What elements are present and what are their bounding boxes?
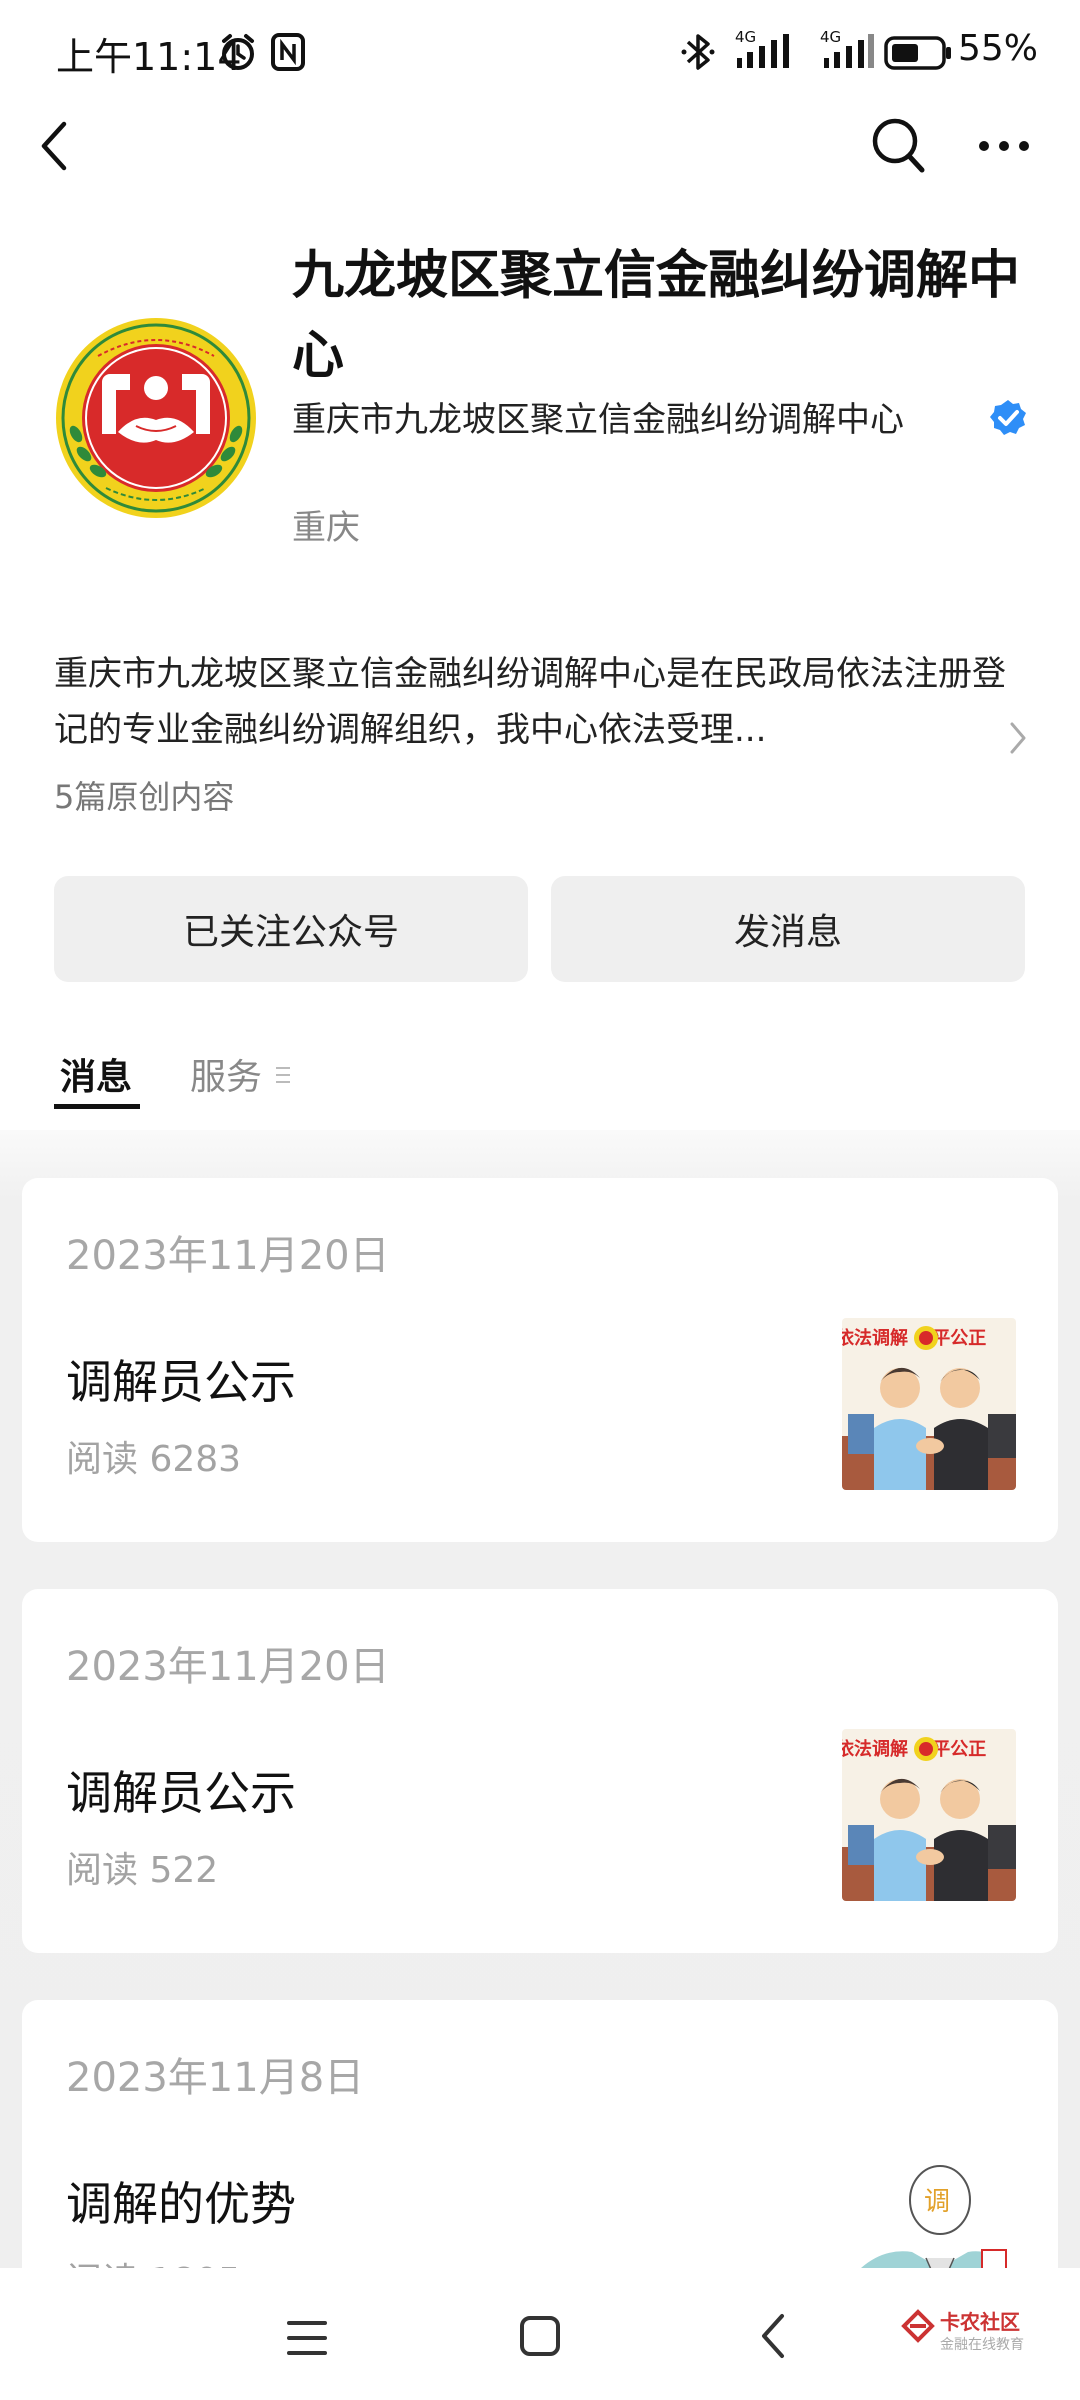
search-icon[interactable] — [870, 116, 926, 176]
list-icon — [275, 1063, 291, 1087]
message-list: 2023年11月20日 调解员公示 阅读 6283 依法调解 公平公正 2023… — [0, 1130, 1080, 2268]
send-message-button[interactable]: 发消息 — [551, 876, 1025, 982]
verified-icon — [988, 398, 1028, 438]
article-thumbnail[interactable]: 调 — [842, 2140, 1016, 2268]
article-thumbnail[interactable]: 依法调解 公平公正 — [842, 1318, 1016, 1490]
article-date: 2023年11月8日 — [66, 2055, 365, 2101]
menu-icon[interactable] — [285, 2318, 329, 2358]
account-region: 重庆 — [292, 508, 360, 548]
thumbnail-caption: 调 — [924, 2187, 950, 2217]
article-read-count: 阅读 1805 — [66, 2252, 241, 2268]
account-description[interactable]: 重庆市九龙坡区聚立信金融纠纷调解中心是在民政局依法注册登记的专业金融纠纷调解组织… — [54, 646, 1014, 758]
home-icon[interactable] — [518, 2314, 562, 2358]
status-time: 上午11:14 — [56, 35, 242, 79]
account-subject[interactable]: 重庆市九龙坡区聚立信金融纠纷调解中心 — [292, 392, 904, 441]
battery-icon — [884, 36, 952, 70]
account-logo — [54, 316, 258, 520]
signal-label: 4G — [735, 28, 756, 46]
system-nav-bar: 卡农社区 金融在线教育 — [0, 2268, 1080, 2400]
signal-icon: 4G — [735, 28, 801, 72]
alarm-icon — [218, 32, 258, 72]
article-title[interactable]: 调解员公示 — [66, 1346, 296, 1412]
chevron-right-icon[interactable] — [1006, 718, 1030, 758]
back-icon[interactable] — [756, 2312, 788, 2360]
article-card[interactable]: 2023年11月20日 调解员公示 阅读 6283 依法调解 公平公正 — [22, 1178, 1058, 1542]
article-title[interactable]: 调解的优势 — [66, 2168, 296, 2234]
watermark-logo-icon — [900, 2308, 936, 2344]
article-read-count: 阅读 522 — [66, 1850, 219, 1891]
article-date: 2023年11月20日 — [66, 1233, 390, 1279]
article-read-count: 阅读 6283 — [66, 1439, 242, 1480]
tab-indicator — [54, 1104, 140, 1109]
signal-label: 4G — [820, 28, 841, 46]
article-thumbnail[interactable]: 依法调解 公平公正 — [842, 1729, 1016, 1901]
followed-button[interactable]: 已关注公众号 — [54, 876, 528, 982]
nfc-icon — [270, 32, 306, 72]
article-date: 2023年11月20日 — [66, 1644, 390, 1690]
battery-level: 55% — [958, 28, 1039, 69]
signal-icon: 4G — [820, 28, 876, 72]
tab-services[interactable]: 服务 — [190, 1048, 262, 1100]
more-icon[interactable] — [976, 130, 1032, 162]
original-content-count[interactable]: 5篇原创内容 — [54, 772, 234, 818]
article-card[interactable]: 2023年11月20日 调解员公示 阅读 522 依法调解 公平公正 — [22, 1589, 1058, 1953]
article-title[interactable]: 调解员公示 — [66, 1757, 296, 1823]
back-icon[interactable] — [34, 118, 74, 174]
watermark-text: 卡农社区 — [940, 2310, 1020, 2334]
watermark-subtext: 金融在线教育 — [940, 2337, 1024, 2353]
article-card[interactable]: 2023年11月8日 调解的优势 阅读 1805 调 — [22, 2000, 1058, 2268]
tab-messages[interactable]: 消息 — [60, 1048, 132, 1100]
account-name: 九龙坡区聚立信金融纠纷调解中心 — [292, 246, 1021, 386]
bluetooth-icon — [680, 30, 716, 74]
status-bar: 上午11:14 4G 4G 55% — [0, 0, 1080, 100]
